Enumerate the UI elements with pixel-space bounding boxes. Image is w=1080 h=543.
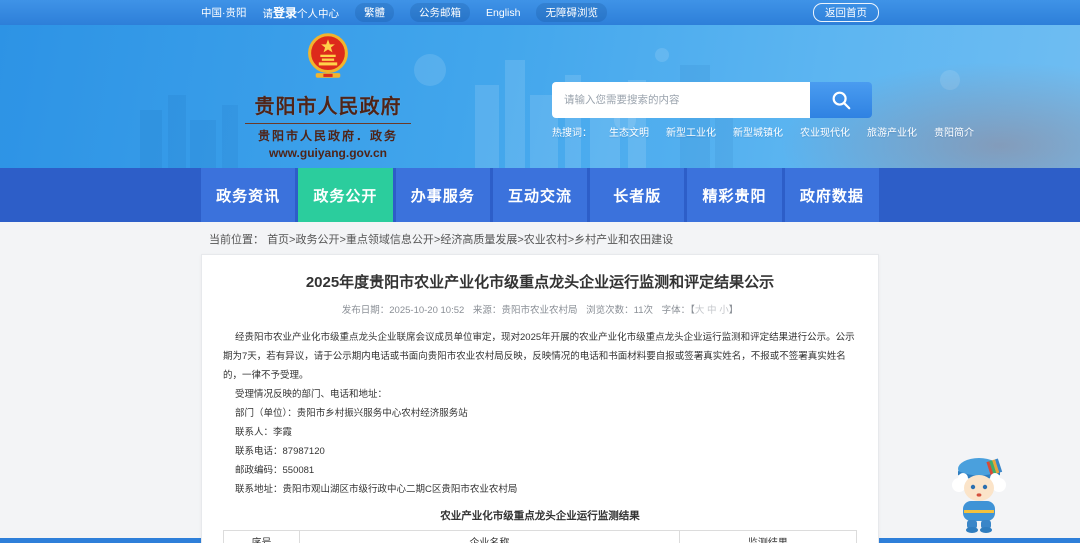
- search-input[interactable]: [552, 82, 810, 118]
- font-size-label-close: 】: [728, 305, 739, 316]
- column-header-company: 企业名称: [298, 530, 680, 543]
- column-header-result: 监测结果: [678, 530, 858, 543]
- paragraph-postcode: 邮政编码：550081: [235, 465, 315, 476]
- hot-search-label: 热搜词：: [552, 128, 592, 139]
- hot-search-row: 热搜词： 生态文明 新型工业化 新型城镇化 农业现代化 旅游产业化 贵阳简介: [552, 124, 974, 139]
- official-mail-link[interactable]: 公务邮箱: [410, 3, 471, 22]
- nav-tab-senior[interactable]: 长者版: [590, 168, 685, 222]
- search-button[interactable]: [810, 82, 872, 118]
- hot-search-link-intro[interactable]: 贵阳简介: [934, 124, 974, 139]
- top-utility-bar: 中国·贵阳 请登录个人中心 繁體 公务邮箱 English 无障碍浏览 返回首页: [0, 0, 1080, 25]
- font-size-small-button[interactable]: 小: [719, 305, 729, 316]
- source-label: 来源：: [472, 305, 502, 316]
- article-title: 2025年度贵阳市农业产业化市级重点龙头企业运行监测和评定结果公示: [305, 274, 775, 291]
- breadcrumb: 当前位置： 首页>政务公开>重点领域信息公开>经济高质量发展>农业农村>乡村产业…: [201, 222, 879, 254]
- main-navigation: 政务资讯 政务公开 办事服务 互动交流 长者版 精彩贵阳 政府数据: [0, 168, 1080, 222]
- table-header-row: 序号 企业名称 监测结果: [223, 530, 858, 543]
- views-count: 11次: [633, 305, 653, 316]
- nav-tab-disclosure[interactable]: 政务公开: [298, 168, 393, 222]
- hot-search-link-agriculture[interactable]: 农业现代化: [800, 124, 850, 139]
- accessibility-link[interactable]: 无障碍浏览: [536, 3, 607, 22]
- nav-tab-data[interactable]: 政府数据: [784, 168, 879, 222]
- hot-search-link-urbanization[interactable]: 新型城镇化: [733, 124, 783, 139]
- login-bold: 登录: [273, 6, 298, 20]
- font-size-large-button[interactable]: 大: [695, 305, 705, 316]
- source: 贵阳市农业农村局: [501, 305, 578, 316]
- paragraph-contact-person: 联系人：李霞: [235, 427, 293, 438]
- back-home-button[interactable]: 返回首页: [813, 3, 879, 22]
- views-label: 浏览次数：: [586, 305, 634, 316]
- site-logo[interactable]: 贵阳市人民政府 贵阳市人民政府．政务 www.guiyang.gov.cn: [243, 31, 413, 160]
- column-header-index: 序号: [223, 530, 300, 543]
- nav-tab-interaction[interactable]: 互动交流: [492, 168, 588, 222]
- paragraph-address: 联系地址：贵阳市观山湖区市级行政中心二期C区贵阳市农业农村局: [235, 484, 518, 495]
- site-url: www.guiyang.gov.cn: [268, 146, 387, 160]
- paragraph-announcement: 经贵阳市农业产业化市级重点龙头企业联席会议成员单位审定，现对2025年开展的农业…: [223, 332, 855, 381]
- search-icon: [832, 91, 851, 110]
- site-title: 贵阳市人民政府: [254, 96, 402, 118]
- logo-divider: [245, 123, 411, 124]
- article-body: 经贵阳市农业产业化市级重点龙头企业联席会议成员单位审定，现对2025年开展的农业…: [223, 328, 857, 499]
- mascot-assistant-icon[interactable]: [950, 452, 1010, 534]
- breadcrumb-path[interactable]: 首页>政务公开>重点领域信息公开>经济高质量发展>农业农村>乡村产业和农田建设: [267, 234, 673, 246]
- national-emblem-icon: [308, 33, 348, 78]
- nav-tab-news[interactable]: 政务资讯: [201, 168, 296, 222]
- publish-date-label: 发布日期：: [341, 305, 390, 316]
- monitoring-results-table: 序号 企业名称 监测结果 1 贵州合力超市采购有限公司 合格 2 贵州友禾种业有…: [223, 530, 858, 543]
- font-size-label: 字体：【: [661, 305, 695, 316]
- hot-search-link-ecology[interactable]: 生态文明: [609, 124, 649, 139]
- paragraph-department: 部门（单位）：贵阳市乡村振兴服务中心农村经济服务站: [235, 408, 468, 419]
- paragraph-contact-intro: 受理情况反映的部门、电话和地址：: [235, 389, 388, 400]
- login-prefix: 请: [262, 8, 274, 20]
- site-banner: 贵阳市人民政府 贵阳市人民政府．政务 www.guiyang.gov.cn 热搜…: [0, 25, 1080, 168]
- hot-search-link-industry[interactable]: 新型工业化: [666, 124, 716, 139]
- english-link[interactable]: English: [486, 7, 520, 19]
- font-size-medium-button[interactable]: 中: [707, 305, 717, 316]
- login-link[interactable]: 请登录个人中心: [263, 4, 340, 21]
- nav-tab-services[interactable]: 办事服务: [395, 168, 490, 222]
- article-card: 2025年度贵阳市农业产业化市级重点龙头企业运行监测和评定结果公示 发布日期：2…: [201, 254, 879, 543]
- login-suffix: 个人中心: [297, 8, 340, 20]
- traditional-chinese-link[interactable]: 繁體: [355, 3, 395, 22]
- hot-search-link-tourism[interactable]: 旅游产业化: [867, 124, 917, 139]
- paragraph-phone: 联系电话：87987120: [235, 446, 325, 457]
- breadcrumb-label: 当前位置：: [209, 234, 264, 246]
- search-bar: [552, 82, 872, 118]
- topbar-region-link[interactable]: 中国·贵阳: [201, 5, 247, 20]
- site-subtitle: 贵阳市人民政府．政务: [257, 129, 398, 143]
- publish-date: 2025-10-20 10:52: [389, 305, 465, 316]
- article-meta: 发布日期：2025-10-20 10:52 来源：贵阳市农业农村局 浏览次数：1…: [223, 302, 857, 316]
- nav-tab-highlights[interactable]: 精彩贵阳: [687, 168, 782, 222]
- table-caption: 农业产业化市级重点龙头企业运行监测结果: [440, 510, 640, 522]
